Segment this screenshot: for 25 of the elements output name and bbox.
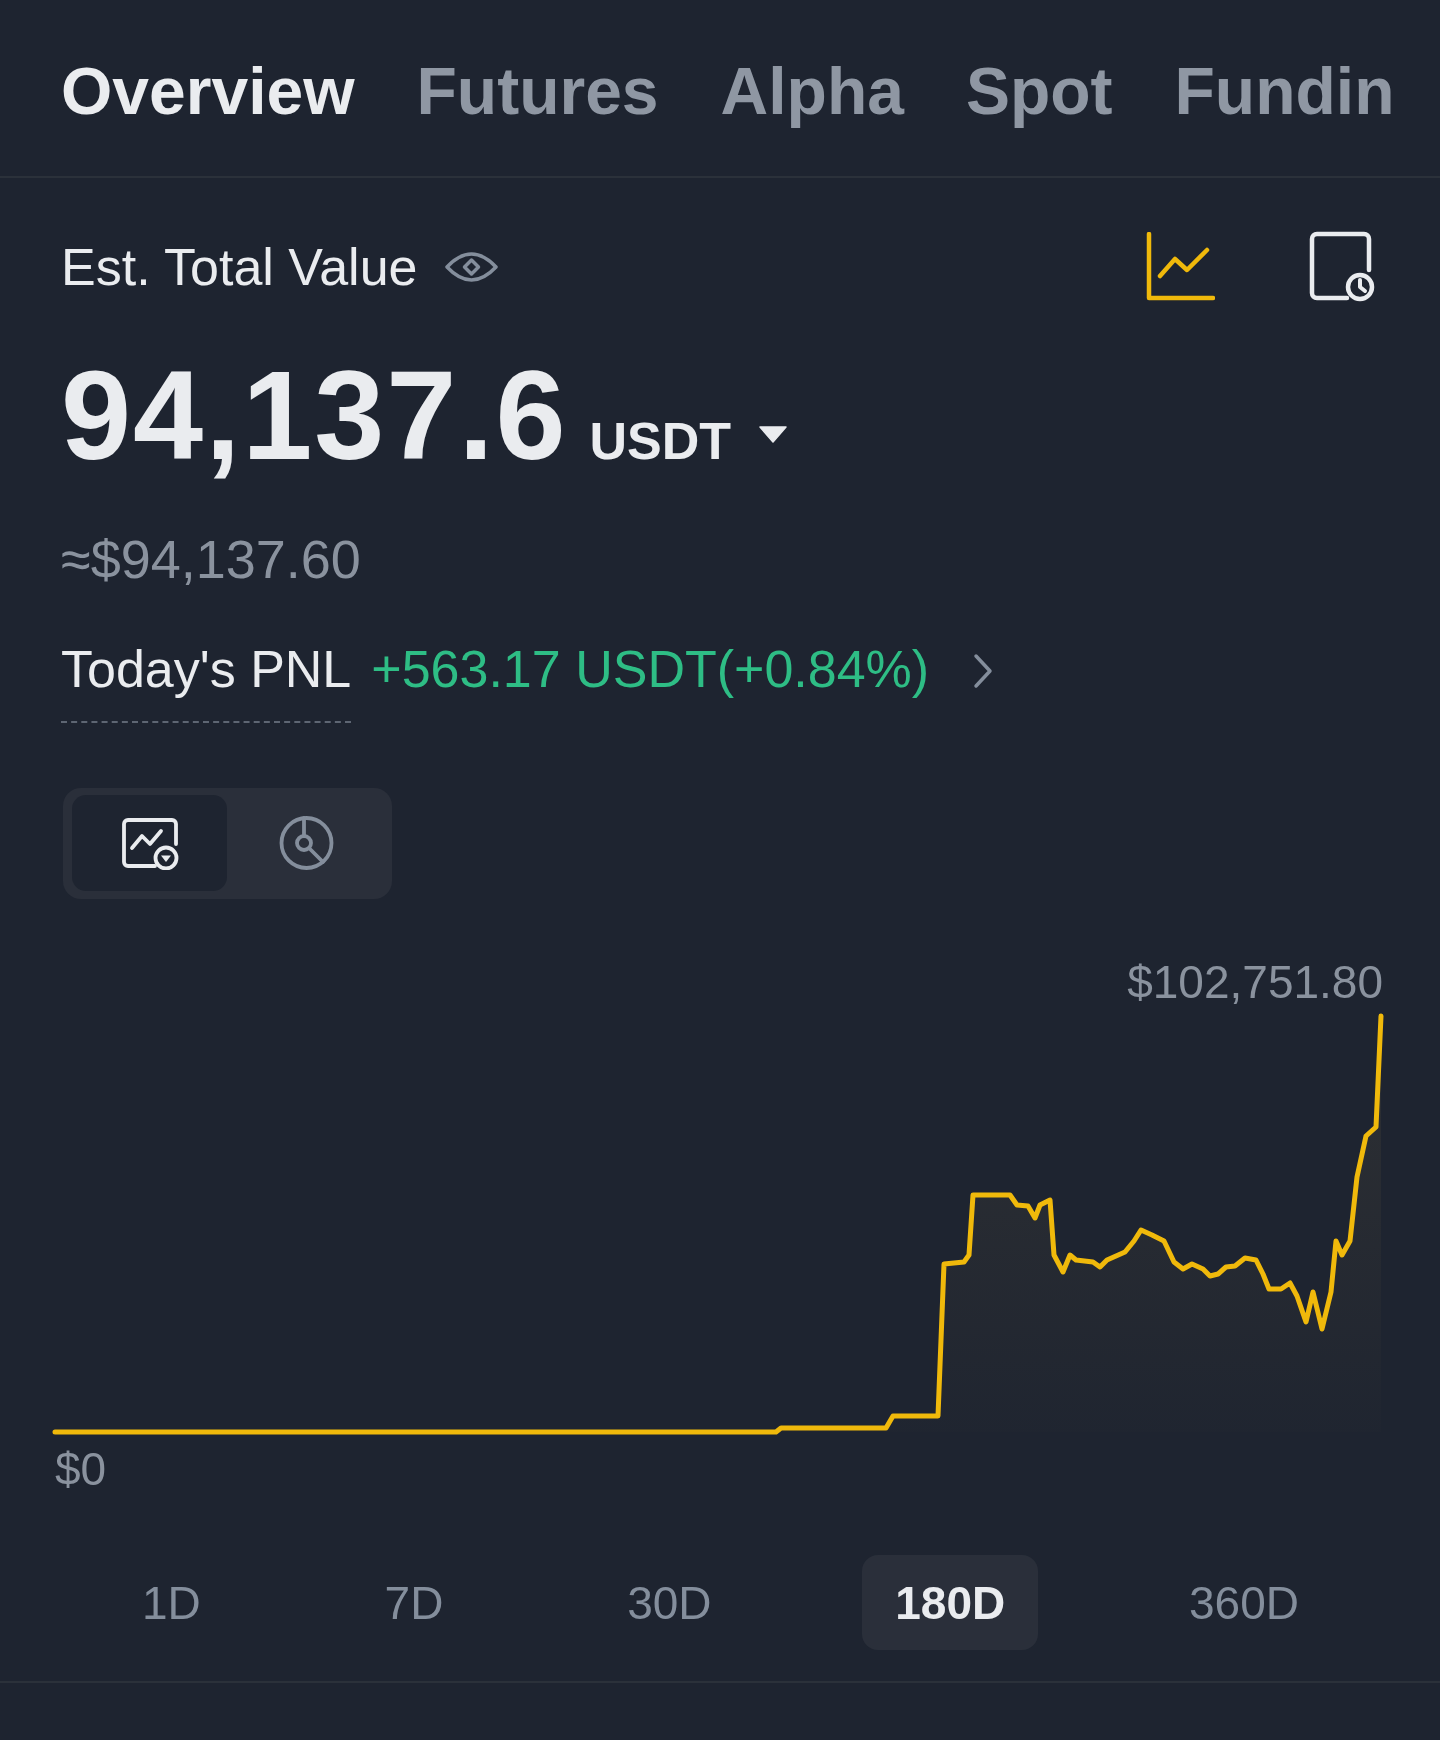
chart-view-button[interactable] (72, 795, 227, 891)
tab[interactable]: Futures (416, 52, 659, 131)
pnl-label[interactable]: Today's PNL (61, 638, 352, 723)
tab[interactable]: Alpha (720, 52, 904, 131)
timeframe-tab[interactable]: 1D (109, 1555, 234, 1650)
document-clock-icon[interactable] (1309, 231, 1376, 302)
total-value-amount: 94,137.6 (61, 353, 568, 479)
tab[interactable]: Spot (965, 52, 1113, 131)
tab[interactable]: Overview (61, 52, 355, 131)
pnl-value: +563.17 USDT(+0.84%) (371, 639, 930, 700)
timeframe-tab[interactable]: 7D (351, 1555, 477, 1650)
tab[interactable]: Fundin (1174, 52, 1395, 131)
timeframe-tab[interactable]: 360D (1156, 1555, 1332, 1650)
max-value-label: $102,751.80 (1127, 955, 1383, 1010)
total-value-label: Est. Total Value (61, 236, 418, 298)
chevron-right-icon[interactable] (973, 653, 994, 689)
timeframe-tab[interactable]: 30D (594, 1555, 745, 1650)
image-chart-icon (120, 816, 179, 870)
caret-down-icon (759, 425, 788, 443)
min-value-label: $0 (55, 1442, 107, 1497)
currency-selector[interactable]: USDT (589, 410, 788, 472)
fiat-value: ≈$94,137.60 (61, 528, 361, 591)
pie-chart-icon (277, 815, 335, 871)
timeframe-tab[interactable]: 180D (862, 1555, 1039, 1650)
line-chart-icon[interactable] (1145, 231, 1215, 302)
